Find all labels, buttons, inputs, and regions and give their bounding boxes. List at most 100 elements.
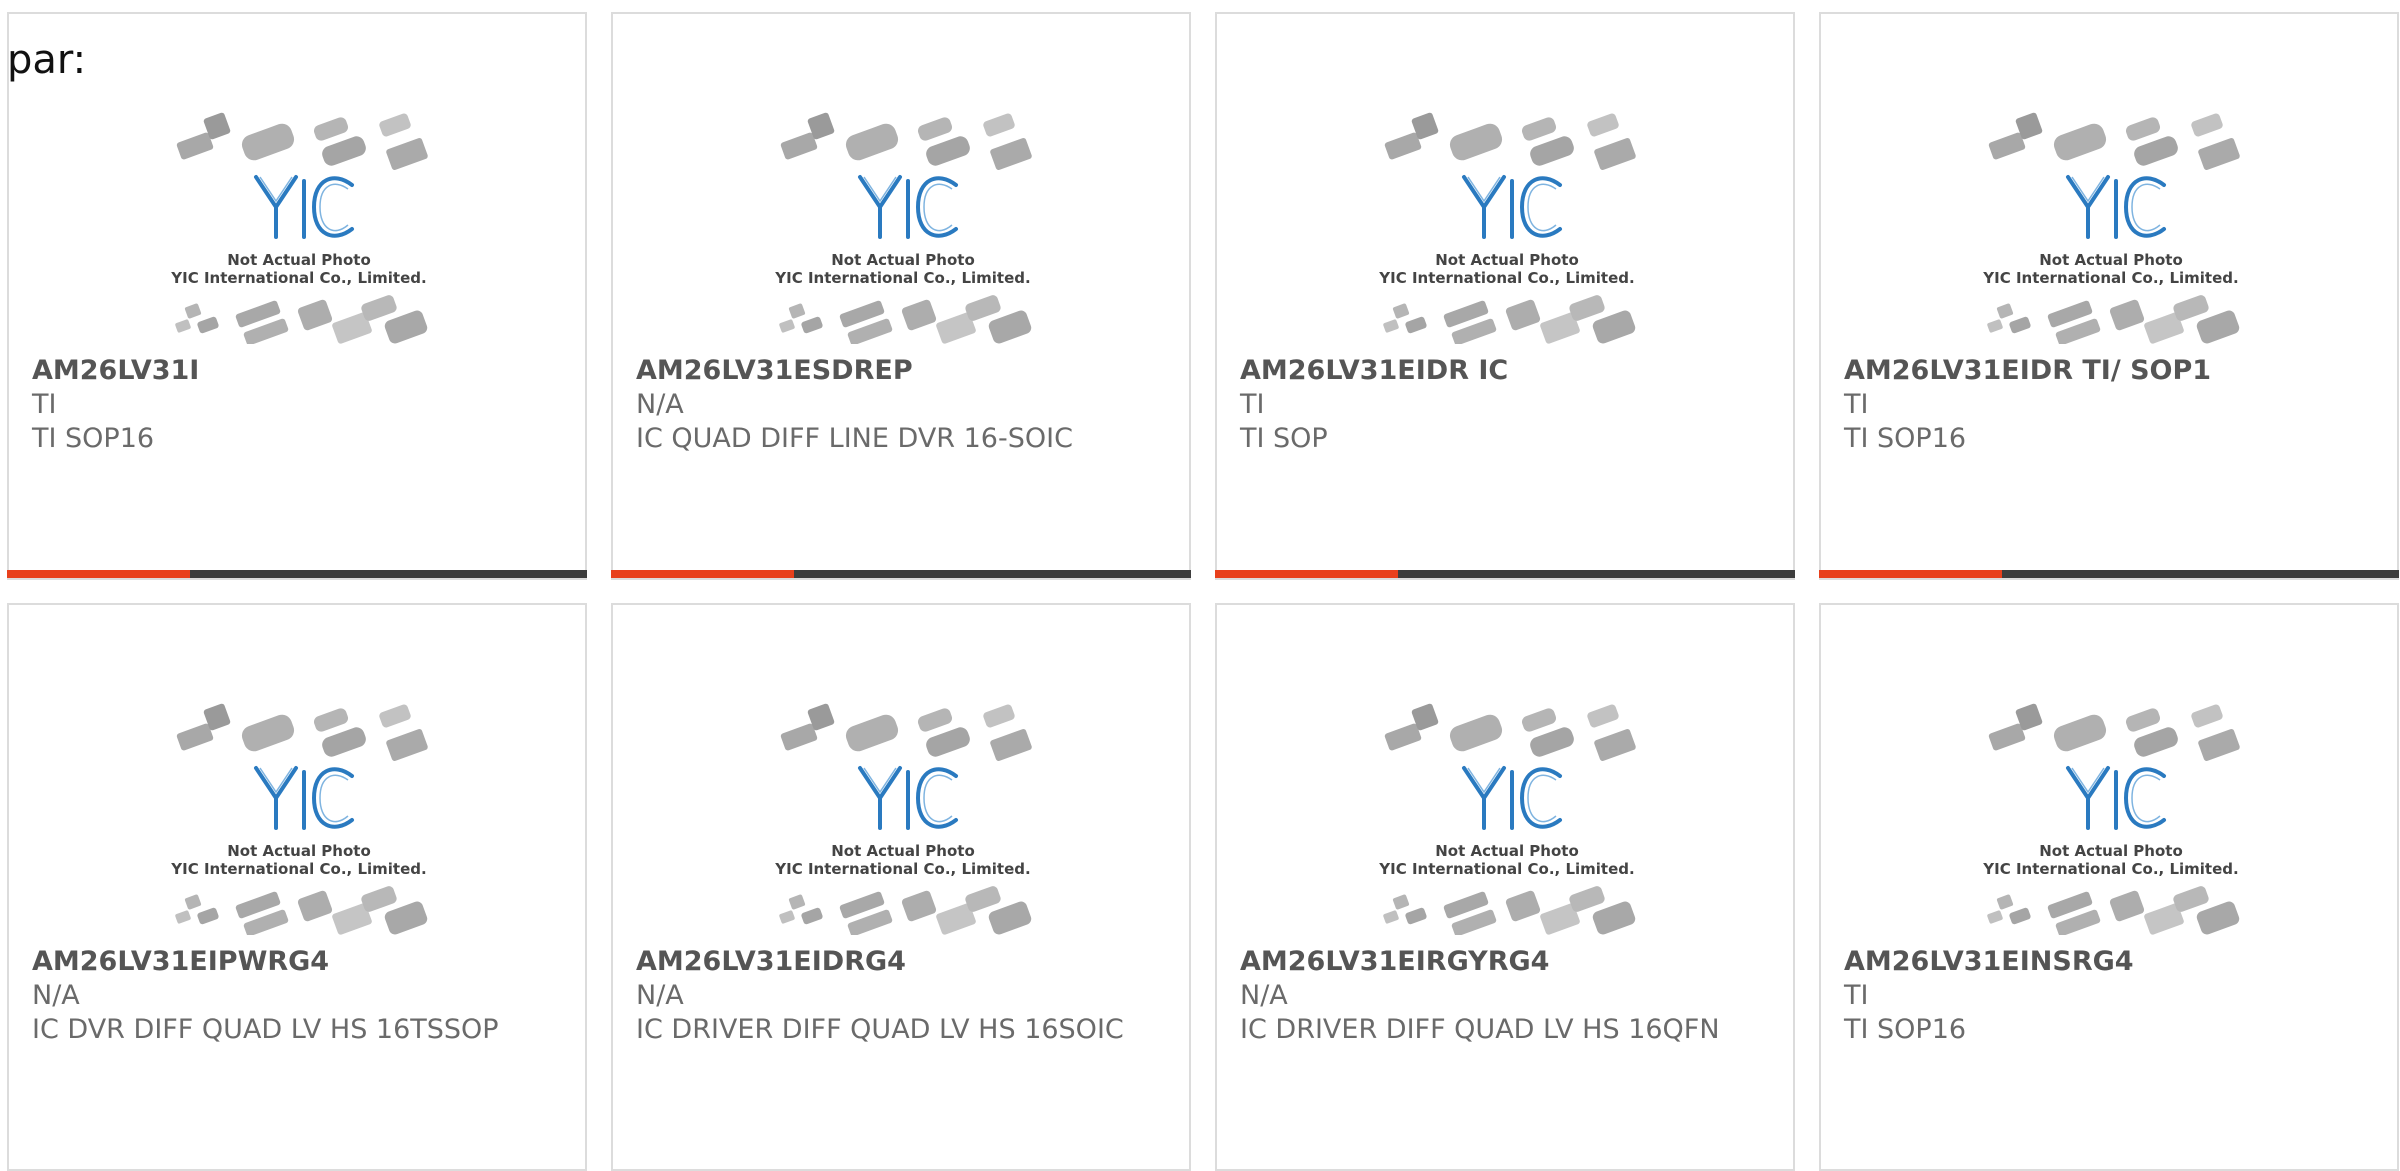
product-card[interactable]: Not Actual Photo YIC International Co., … xyxy=(611,12,1191,580)
chip-icon xyxy=(361,886,397,912)
chip-icon xyxy=(1392,303,1410,319)
product-image[interactable]: Not Actual Photo YIC International Co., … xyxy=(164,690,434,935)
yic-logo xyxy=(2066,175,2166,239)
accent-bar xyxy=(1215,570,1398,578)
chip-icon xyxy=(2191,113,2223,137)
chip-icon xyxy=(1521,117,1557,141)
yic-logo xyxy=(858,766,958,830)
product-image[interactable]: Not Actual Photo YIC International Co., … xyxy=(768,99,1038,344)
chip-icon xyxy=(1996,894,2014,910)
yic-logo xyxy=(858,175,958,239)
yic-logo xyxy=(254,175,354,239)
chip-icon xyxy=(845,714,899,752)
chip-icon xyxy=(926,727,970,757)
part-number[interactable]: AM26LV31EIDR IC xyxy=(1240,354,1773,388)
chip-icon xyxy=(965,295,1001,321)
part-number[interactable]: AM26LV31EIDRG4 xyxy=(636,945,1169,979)
part-number[interactable]: AM26LV31EIDR TI/ SOP1 xyxy=(1844,354,2377,388)
image-caption: Not Actual Photo xyxy=(1435,842,1579,860)
chip-icon xyxy=(801,316,823,334)
product-placeholder-image: Not Actual Photo YIC International Co., … xyxy=(1378,112,1636,344)
product-image[interactable]: Not Actual Photo YIC International Co., … xyxy=(164,99,434,344)
chip-icon xyxy=(965,886,1001,912)
product-placeholder-image: Not Actual Photo YIC International Co., … xyxy=(170,112,428,344)
part-number[interactable]: AM26LV31ESDREP xyxy=(636,354,1169,388)
chip-icon xyxy=(241,123,295,161)
image-caption: Not Actual Photo xyxy=(2039,842,2183,860)
image-caption: Not Actual Photo xyxy=(831,251,975,269)
chip-icon xyxy=(2009,907,2031,925)
product-image[interactable]: Not Actual Photo YIC International Co., … xyxy=(768,690,1038,935)
chip-icon xyxy=(361,295,397,321)
chip-icon xyxy=(780,723,818,751)
chip-icon xyxy=(2196,901,2240,935)
product-image[interactable]: Not Actual Photo YIC International Co., … xyxy=(1372,690,1642,935)
chip-icon xyxy=(1594,729,1636,761)
image-caption: YIC International Co., Limited. xyxy=(774,860,1030,878)
description: TI SOP xyxy=(1240,423,1328,454)
chip-icon xyxy=(1405,316,1427,334)
image-caption: YIC International Co., Limited. xyxy=(170,860,426,878)
chip-icon xyxy=(1449,123,1503,161)
chip-icon xyxy=(2134,727,2178,757)
brand-label: N/A xyxy=(1240,980,1288,1011)
description: TI SOP16 xyxy=(1844,423,1967,454)
part-number[interactable]: AM26LV31I xyxy=(32,354,565,388)
chip-icon xyxy=(788,303,806,319)
product-info: AM26LV31EIRGYRG4 N/A IC DRIVER DIFF QUAD… xyxy=(1240,945,1773,1047)
chip-icon xyxy=(779,319,795,333)
product-placeholder-image: Not Actual Photo YIC International Co., … xyxy=(1982,112,2240,344)
product-card[interactable]: Not Actual Photo YIC International Co., … xyxy=(1215,603,1795,1171)
chip-icon xyxy=(2125,117,2161,141)
chip-icon xyxy=(1569,295,1605,321)
yic-logo xyxy=(254,766,354,830)
product-placeholder-image: Not Actual Photo YIC International Co., … xyxy=(774,703,1032,935)
yic-logo xyxy=(1462,175,1562,239)
product-card[interactable]: Not Actual Photo YIC International Co., … xyxy=(7,603,587,1171)
chip-icon xyxy=(1530,136,1574,166)
description: IC DRIVER DIFF QUAD LV HS 16SOIC xyxy=(636,1014,1124,1045)
chip-icon xyxy=(2198,729,2240,761)
chip-icon xyxy=(2109,890,2145,922)
chip-icon xyxy=(2134,136,2178,166)
card-bottom-bar xyxy=(611,570,1191,578)
chip-icon xyxy=(1988,723,2026,751)
product-card[interactable]: Not Actual Photo YIC International Co., … xyxy=(611,603,1191,1171)
chip-icon xyxy=(322,727,366,757)
chip-icons-bottom xyxy=(1383,886,1636,935)
chip-icon xyxy=(297,890,333,922)
part-number[interactable]: AM26LV31EIRGYRG4 xyxy=(1240,945,1773,979)
chip-icon xyxy=(2173,295,2209,321)
product-image[interactable]: Not Actual Photo YIC International Co., … xyxy=(1372,99,1642,344)
brand-label: N/A xyxy=(636,980,684,1011)
product-image[interactable]: Not Actual Photo YIC International Co., … xyxy=(1976,690,2246,935)
chip-icon xyxy=(1505,299,1541,331)
product-card[interactable]: Not Actual Photo YIC International Co., … xyxy=(7,12,587,580)
chip-icons-bottom xyxy=(175,886,428,935)
chip-icon xyxy=(990,138,1032,170)
accent-bar xyxy=(1819,570,2002,578)
chip-icon xyxy=(313,117,349,141)
chip-icon xyxy=(1392,894,1410,910)
chip-icon xyxy=(1594,138,1636,170)
product-card[interactable]: Not Actual Photo YIC International Co., … xyxy=(1819,12,2399,580)
chip-icon xyxy=(1384,132,1422,160)
chip-icon xyxy=(2191,704,2223,728)
part-number[interactable]: AM26LV31EIPWRG4 xyxy=(32,945,565,979)
chip-icons-top xyxy=(1384,703,1636,761)
chip-icon xyxy=(917,708,953,732)
description: TI SOP16 xyxy=(1844,1014,1967,1045)
chip-icons-bottom xyxy=(1987,295,2240,344)
chip-icon xyxy=(988,901,1032,935)
product-placeholder-image: Not Actual Photo YIC International Co., … xyxy=(774,112,1032,344)
part-number[interactable]: AM26LV31EINSRG4 xyxy=(1844,945,2377,979)
product-image[interactable]: Not Actual Photo YIC International Co., … xyxy=(1976,99,2246,344)
chip-icon xyxy=(197,907,219,925)
card-bottom-bar xyxy=(7,570,587,578)
image-caption: YIC International Co., Limited. xyxy=(774,269,1030,287)
product-card[interactable]: Not Actual Photo YIC International Co., … xyxy=(1215,12,1795,580)
chip-icon xyxy=(2196,310,2240,344)
chip-icon xyxy=(1383,319,1399,333)
image-caption: YIC International Co., Limited. xyxy=(170,269,426,287)
product-card[interactable]: Not Actual Photo YIC International Co., … xyxy=(1819,603,2399,1171)
